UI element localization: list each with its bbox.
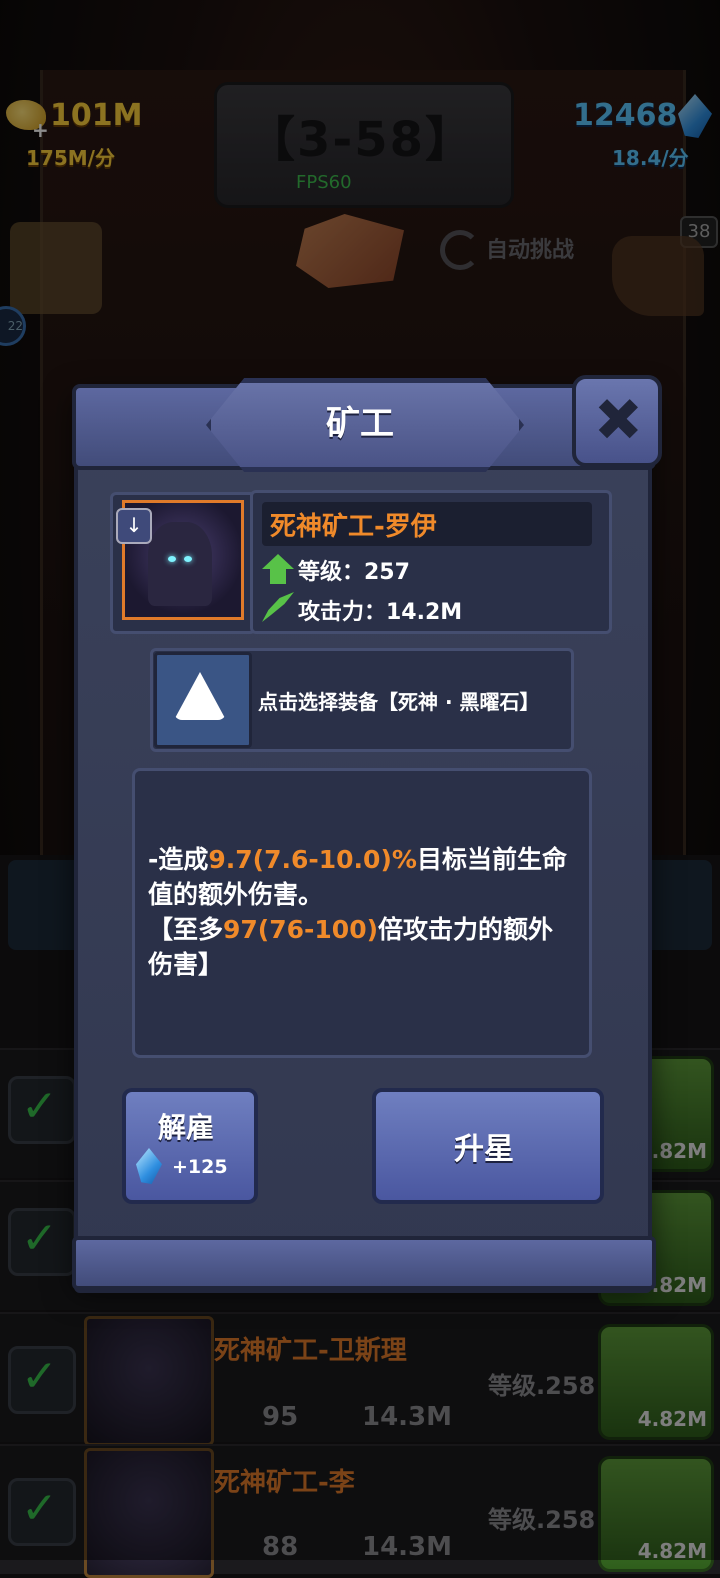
download-icon: ↓ [116, 508, 152, 544]
skill-description: -造成9.7(7.6-10.0)%目标当前生命值的额外伤害。 【至多97(76-1… [148, 842, 572, 982]
reaper-eyes [168, 556, 192, 564]
miner-attack: 攻击力：14.2M [298, 600, 463, 625]
close-icon: ✚ [574, 377, 660, 463]
modal-title: 矿工 [326, 404, 394, 444]
desc-value: 9.7(7.6-10.0)% [208, 845, 417, 874]
desc-value: 97(76-100) [223, 915, 379, 944]
miner-level: 等级：257 [298, 560, 410, 585]
desc-text: -造成 [148, 845, 209, 874]
desc-text: 【至多 [148, 915, 224, 944]
star-up-label: 升星 [454, 1132, 514, 1167]
miner-name: 死神矿工-罗伊 [270, 512, 437, 542]
close-button[interactable]: ✚ [572, 375, 662, 467]
fire-label: 解雇 [157, 1111, 214, 1144]
fire-refund: +125 [172, 1156, 228, 1178]
reaper-hood [148, 522, 212, 606]
modal-footer-bar [72, 1236, 656, 1290]
equipment-prompt[interactable]: 点击选择装备【死神 · 黑曜石】 [258, 686, 540, 715]
